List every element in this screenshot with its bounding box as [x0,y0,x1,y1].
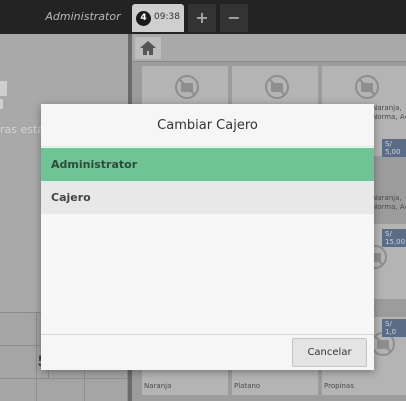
product-name: Naranja [144,382,172,390]
product-name-fragment: Naranja, [372,194,402,202]
top-bar: Administrator 4 09:38 + − [0,0,406,34]
product-name-fragment: Norma, A4) [372,203,406,211]
no-photo-icon [265,75,289,99]
no-photo-icon [355,75,379,99]
product-name: Propinas [324,382,354,390]
order-empty-text: ras esta [0,123,45,136]
product-name-fragment: Norma, A4) [372,113,406,121]
ticket-time: 09:38 [154,12,180,22]
cashier-option-administrator[interactable]: Administrator [41,148,374,181]
order-placeholder-block [0,99,3,109]
add-ticket-button[interactable]: + [188,4,216,32]
ticket-number-badge: 4 [136,11,151,26]
order-placeholder-block [0,81,7,96]
cancel-button[interactable]: Cancelar [292,338,367,367]
product-price-tag: S/ 1,0 [382,319,406,337]
category-bar [132,34,406,62]
keypad-key[interactable] [0,313,37,346]
home-icon [140,41,156,55]
change-cashier-dialog: Cambiar Cajero Administrator Cajero Canc… [41,104,374,370]
home-category-button[interactable] [135,37,161,59]
keypad-key[interactable] [0,346,37,379]
dialog-footer: Cancelar [41,336,374,370]
product-name: Platano [234,382,261,390]
product-price-tag: S/ 5,00 [382,139,406,157]
product-name-fragment: Naranja, [372,104,402,112]
cashier-option-cajero[interactable]: Cajero [41,181,374,214]
keypad-key[interactable] [37,379,85,401]
keypad-key[interactable] [0,379,37,401]
current-user-label[interactable]: Administrator [38,10,128,23]
ticket-tab[interactable]: 4 09:38 [132,4,184,32]
dialog-title: Cambiar Cajero [41,104,374,147]
no-photo-icon [175,75,199,99]
keypad-key[interactable] [85,379,128,401]
remove-ticket-button[interactable]: − [220,4,248,32]
cashier-list: Administrator Cajero [41,148,374,335]
product-price-tag: S/ 15,00 [382,229,406,247]
